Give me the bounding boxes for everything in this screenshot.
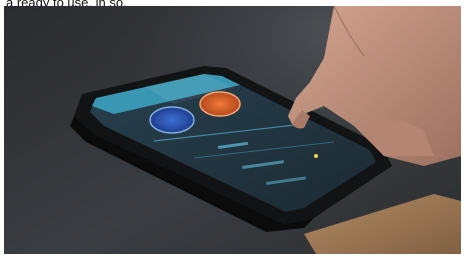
- blue-gauge-icon: [149, 106, 195, 134]
- photo-svg: [4, 6, 461, 259]
- screen-indicator-dot: [314, 154, 318, 158]
- bottom-margin: [0, 254, 465, 259]
- photo-scene: [4, 6, 461, 259]
- orange-gauge-icon: [199, 91, 241, 117]
